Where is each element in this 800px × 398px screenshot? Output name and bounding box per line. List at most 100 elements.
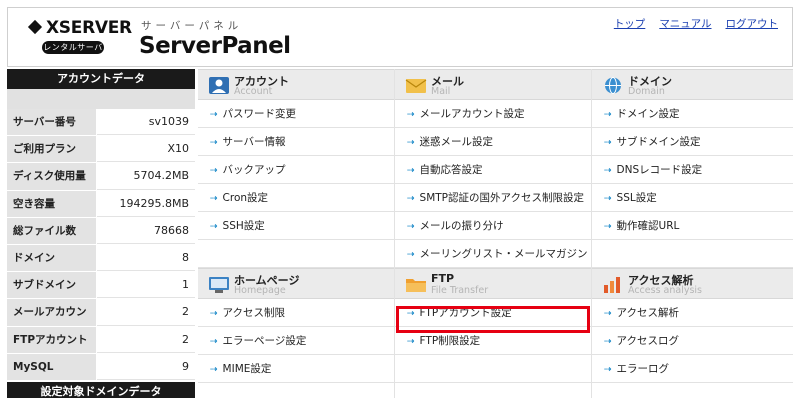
arrow-icon: ⇢ (604, 365, 612, 375)
menu-item-spam[interactable]: ⇢ 迷惑メール設定 (395, 128, 591, 156)
account-row-label: サーバー番号 (7, 109, 97, 136)
account-row-label: メールアカウント (7, 299, 97, 344)
account-row-label: ドメイン (7, 244, 97, 272)
account-row-value: sv1039 (97, 109, 195, 136)
top-link[interactable]: トップ (614, 16, 646, 31)
section-subtitle: Account (234, 86, 273, 97)
account-row: 総ファイル数 78668 (7, 217, 195, 245)
account-row-value: 1 (97, 272, 195, 299)
menu-item-error-log[interactable]: ⇢ エラーログ (592, 355, 793, 383)
account-row-value: 78668 (97, 217, 195, 244)
account-row: ドメイン 8 (7, 244, 195, 273)
menu-item-cron[interactable]: ⇢ Cron設定 (198, 184, 394, 212)
menu-item-mailing-list[interactable]: ⇢ メーリングリスト・メールマガジン (395, 240, 591, 268)
section-subtitle: File Transfer (431, 285, 489, 296)
arrow-icon: ⇢ (210, 365, 218, 375)
menu-item-access-log[interactable]: ⇢ アクセスログ (592, 327, 793, 355)
xserver-logo[interactable]: XSERVER (27, 18, 132, 38)
menu-column-3: ドメイン Domain ⇢ ドメイン設定 ⇢ サブドメイン設定 ⇢ DNSレコード設定… (592, 69, 793, 383)
monitor-icon (209, 277, 229, 293)
arrow-icon: ⇢ (407, 250, 415, 260)
empty-cell (395, 355, 591, 383)
menu-item-backup[interactable]: ⇢ バックアップ (198, 156, 394, 184)
account-row-label: MySQL (7, 353, 97, 380)
menu-column-1: アカウント Account ⇢ パスワード変更 ⇢ サーバー情報 ⇢ バックアップ ⇢… (198, 69, 394, 383)
menu-item-access-restriction[interactable]: ⇢ アクセス制限 (198, 299, 394, 327)
section-header-mail: メール Mail (395, 69, 591, 100)
menu-item-ssh[interactable]: ⇢ SSH設定 (198, 212, 394, 240)
menu-item-auto-reply[interactable]: ⇢ 自動応答設定 (395, 156, 591, 184)
menu-item-error-page[interactable]: ⇢ エラーページ設定 (198, 327, 394, 355)
arrow-icon: ⇢ (407, 194, 415, 204)
logo-diamond-icon (27, 19, 43, 35)
account-data-header: アカウントデータ (7, 69, 195, 89)
menu-item-mime[interactable]: ⇢ MIME設定 (198, 355, 394, 383)
envelope-icon (405, 79, 427, 93)
account-row-label: 空き容量 (7, 190, 97, 217)
person-icon (209, 77, 229, 94)
menu-item-dns-record[interactable]: ⇢ DNSレコード設定 (592, 156, 793, 184)
account-row-label: FTPアカウント (7, 326, 97, 353)
menu-item-ssl[interactable]: ⇢ SSL設定 (592, 184, 793, 212)
arrow-icon: ⇢ (407, 166, 415, 176)
domain-data-header: 設定対象ドメインデータ (7, 381, 195, 398)
account-row-value: 194295.8MB (97, 190, 195, 217)
arrow-icon: ⇢ (604, 309, 612, 319)
account-row: サーバー番号 sv1039 (7, 109, 195, 137)
account-row-label: 総ファイル数 (7, 217, 97, 244)
account-row-label: ディスク使用量 (7, 163, 97, 190)
globe-icon (605, 77, 621, 94)
account-row: FTPアカウント 2 (7, 326, 195, 354)
account-row: 空き容量 194295.8MB (7, 190, 195, 218)
menu-item-password-change[interactable]: ⇢ パスワード変更 (198, 100, 394, 128)
highlight-box (396, 306, 590, 333)
account-row-value: X10 (97, 136, 195, 163)
arrow-icon: ⇢ (407, 110, 415, 120)
menu-item-mail-filter[interactable]: ⇢ メールの振り分け (395, 212, 591, 240)
arrow-icon: ⇢ (210, 138, 218, 148)
account-row-value: 2 (97, 299, 195, 326)
arrow-icon: ⇢ (210, 309, 218, 319)
account-row: メールアカウント2 (7, 299, 195, 344)
account-row-label: サブドメイン (7, 272, 97, 299)
arrow-icon: ⇢ (604, 222, 612, 232)
arrow-icon: ⇢ (604, 166, 612, 176)
arrow-icon: ⇢ (210, 110, 218, 120)
logo-badge: レンタルサーバー (42, 41, 104, 65)
account-row-value: 5704.2MB (97, 163, 195, 190)
section-header-homepage: ホームページ Homepage (198, 268, 394, 299)
menu-column-2: メール Mail ⇢ メールアカウント設定 ⇢ 迷惑メール設定 ⇢ 自動応答設定 ⇢ S… (395, 69, 591, 383)
account-row: ご利用プラン X10 (7, 136, 195, 164)
menu-item-domain-settings[interactable]: ⇢ ドメイン設定 (592, 100, 793, 128)
panel-title: ServerPanel (139, 33, 291, 59)
menu-item-mail-account[interactable]: ⇢ メールアカウント設定 (395, 100, 591, 128)
section-header-domain: ドメイン Domain (592, 69, 793, 100)
bar-chart-icon (604, 277, 620, 293)
section-subtitle: Domain (628, 86, 665, 97)
arrow-icon: ⇢ (604, 110, 612, 120)
section-subtitle: Homepage (234, 285, 286, 296)
menu-item-access-analysis[interactable]: ⇢ アクセス解析 (592, 299, 793, 327)
arrow-icon: ⇢ (210, 166, 218, 176)
arrow-icon: ⇢ (604, 194, 612, 204)
account-data-spacer (7, 89, 195, 109)
top-navigation: トップ マニュアル ログアウト (614, 16, 778, 31)
menu-item-subdomain[interactable]: ⇢ サブドメイン設定 (592, 128, 793, 156)
account-row: MySQL 9 (7, 353, 195, 381)
section-subtitle: Access analysis (628, 285, 703, 296)
arrow-icon: ⇢ (604, 337, 612, 347)
arrow-icon: ⇢ (210, 337, 218, 347)
logout-link[interactable]: ログアウト (726, 16, 779, 31)
section-header-ftp: FTP File Transfer (395, 268, 591, 299)
menu-item-server-info[interactable]: ⇢ サーバー情報 (198, 128, 394, 156)
manual-link[interactable]: マニュアル (659, 16, 711, 31)
arrow-icon: ⇢ (407, 138, 415, 148)
account-row-value: 9 (97, 353, 195, 380)
menu-item-test-url[interactable]: ⇢ 動作確認URL (592, 212, 793, 240)
empty-cell (592, 240, 793, 268)
account-row: ディスク使用量 5704.2MB (7, 163, 195, 191)
section-subtitle: Mail (431, 86, 451, 97)
folder-icon (406, 279, 426, 292)
menu-item-smtp-restriction[interactable]: ⇢ SMTP認証の国外アクセス制限設定 (395, 184, 591, 212)
section-header-account: アカウント Account (198, 69, 394, 100)
